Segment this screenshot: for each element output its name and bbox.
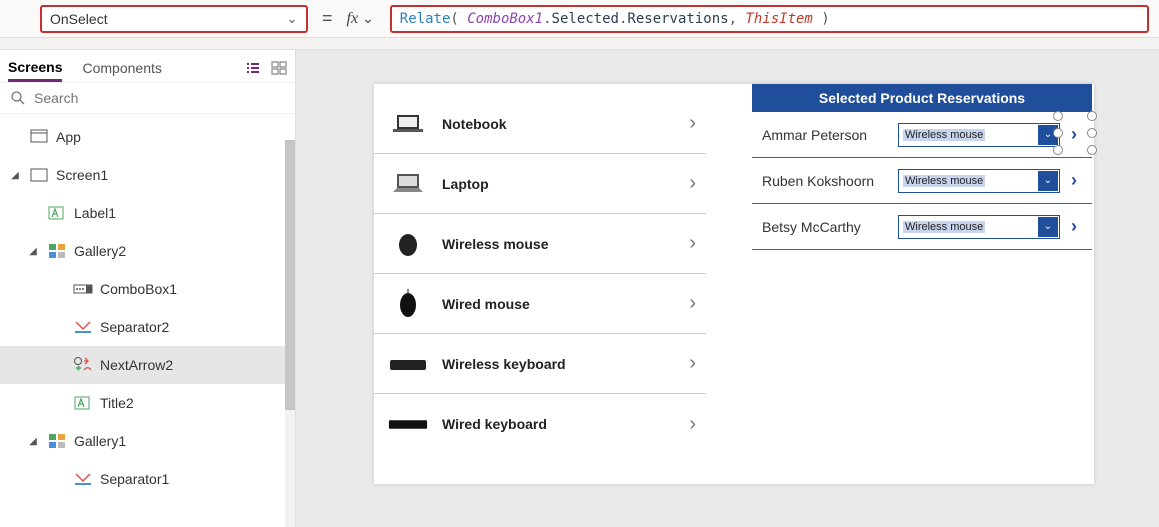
chevron-down-icon: ⌄	[286, 10, 298, 27]
reservation-row[interactable]: Betsy McCarthy Wireless mouse ⌄ ›	[752, 204, 1092, 250]
search-icon	[10, 90, 26, 106]
tree-title2[interactable]: Title2	[0, 384, 295, 422]
fx-label[interactable]: fx ⌄	[347, 10, 380, 28]
formula-expand-bar[interactable]	[0, 38, 1159, 50]
product-row[interactable]: Wireless keyboard ›	[374, 334, 706, 394]
tree-label1[interactable]: Label1	[0, 194, 295, 232]
reservation-row[interactable]: Ammar Peterson Wireless mouse ⌄ ›	[752, 112, 1092, 158]
tree-view-pane: Screens Components	[0, 50, 296, 527]
product-combobox[interactable]: Wireless mouse ⌄	[898, 169, 1060, 193]
product-thumb-icon	[388, 291, 428, 317]
property-selector-value: OnSelect	[50, 11, 108, 27]
label-icon	[72, 395, 94, 411]
tab-components[interactable]: Components	[82, 56, 161, 80]
combobox-icon	[72, 282, 94, 296]
product-thumb-icon	[388, 231, 428, 257]
search-input[interactable]	[32, 89, 285, 107]
property-selector[interactable]: OnSelect ⌄	[40, 5, 308, 33]
tree-app[interactable]: App	[0, 118, 295, 156]
next-arrow-icon[interactable]: ›	[1066, 216, 1082, 237]
product-combobox[interactable]: Wireless mouse ⌄	[898, 215, 1060, 239]
product-combobox[interactable]: Wireless mouse ⌄	[898, 123, 1060, 147]
caret-down-icon[interactable]: ◢	[26, 246, 40, 257]
app-preview: Notebook › Laptop › Wireless mouse ›	[374, 84, 1094, 484]
app-icon	[28, 129, 50, 145]
tree-gallery1[interactable]: ◢ Gallery1	[0, 422, 295, 460]
product-row[interactable]: Wired mouse ›	[374, 274, 706, 334]
chevron-down-icon: ⌄	[362, 10, 374, 27]
product-row[interactable]: Laptop ›	[374, 154, 706, 214]
separator-icon	[72, 319, 94, 335]
chevron-right-icon[interactable]: ›	[689, 352, 696, 375]
chevron-right-icon[interactable]: ›	[689, 232, 696, 255]
product-row[interactable]: Wireless mouse ›	[374, 214, 706, 274]
product-thumb-icon	[388, 111, 428, 137]
gallery-icon	[46, 433, 68, 449]
tree-separator2[interactable]: Separator2	[0, 308, 295, 346]
chevron-right-icon[interactable]: ›	[689, 292, 696, 315]
products-gallery: Notebook › Laptop › Wireless mouse ›	[374, 84, 706, 484]
reservation-row[interactable]: Ruben Kokshoorn Wireless mouse ⌄ ›	[752, 158, 1092, 204]
tree-screen1[interactable]: ◢ Screen1	[0, 156, 295, 194]
icon-control-icon	[72, 356, 94, 374]
product-thumb-icon	[388, 351, 428, 377]
tab-screens[interactable]: Screens	[8, 55, 62, 82]
caret-down-icon[interactable]: ◢	[26, 436, 40, 447]
next-arrow-icon[interactable]: ›	[1066, 124, 1082, 145]
tree-view: App ◢ Screen1 Label1 ◢	[0, 114, 295, 527]
product-row[interactable]: Notebook ›	[374, 94, 706, 154]
tree-separator1[interactable]: Separator1	[0, 460, 295, 498]
gallery-icon	[46, 243, 68, 259]
caret-down-icon[interactable]: ◢	[8, 170, 22, 181]
tree-list-icon[interactable]	[245, 61, 261, 75]
tree-scrollbar[interactable]	[285, 140, 295, 527]
separator-icon	[72, 471, 94, 487]
tree-combobox1[interactable]: ComboBox1	[0, 270, 295, 308]
canvas[interactable]: Notebook › Laptop › Wireless mouse ›	[296, 50, 1159, 527]
chevron-right-icon[interactable]: ›	[689, 172, 696, 195]
product-thumb-icon	[388, 171, 428, 197]
tree-grid-icon[interactable]	[271, 61, 287, 75]
fx-icon: fx	[347, 10, 359, 28]
equals-sign: =	[318, 8, 337, 29]
next-arrow-icon[interactable]: ›	[1066, 170, 1082, 191]
chevron-right-icon[interactable]: ›	[689, 112, 696, 135]
chevron-down-icon[interactable]: ⌄	[1038, 171, 1058, 191]
scrollbar-thumb[interactable]	[285, 140, 295, 410]
reservations-gallery: Selected Product Reservations Ammar Pete…	[752, 84, 1092, 484]
chevron-right-icon[interactable]: ›	[689, 413, 696, 436]
tree-gallery2[interactable]: ◢ Gallery2	[0, 232, 295, 270]
formula-input[interactable]: Relate( ComboBox1.Selected.Reservations,…	[390, 5, 1149, 33]
chevron-down-icon[interactable]: ⌄	[1038, 217, 1058, 237]
label-icon	[46, 205, 68, 221]
chevron-down-icon[interactable]: ⌄	[1038, 125, 1058, 145]
product-row[interactable]: Wired keyboard ›	[374, 394, 706, 454]
product-thumb-icon	[388, 411, 428, 437]
screen-icon	[28, 168, 50, 182]
tree-nextarrow2[interactable]: NextArrow2	[0, 346, 295, 384]
reservations-header: Selected Product Reservations	[752, 84, 1092, 112]
formula-bar: OnSelect ⌄ = fx ⌄ Relate( ComboBox1.Sele…	[0, 0, 1159, 38]
